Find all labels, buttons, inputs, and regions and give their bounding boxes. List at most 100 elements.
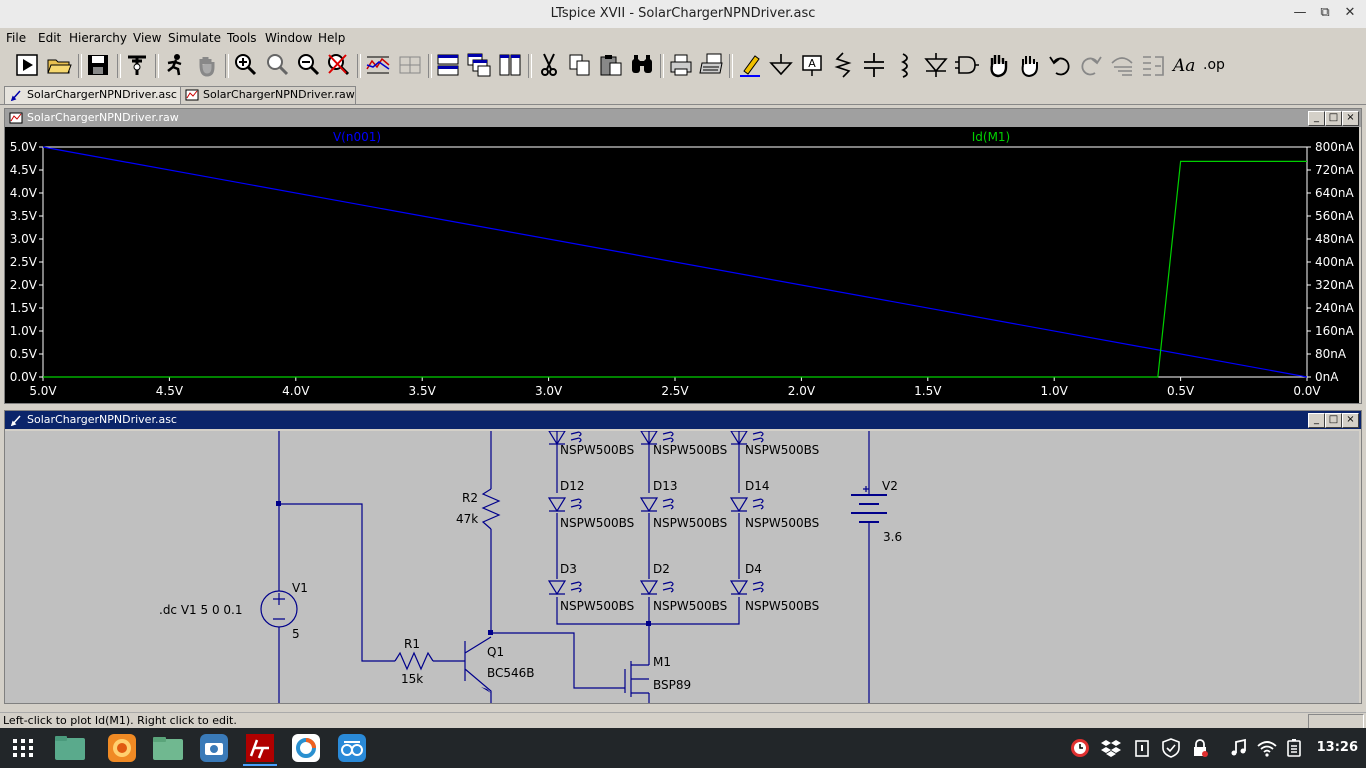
open-folder-icon[interactable] bbox=[45, 51, 73, 79]
v2-name[interactable]: V2 bbox=[882, 479, 898, 493]
ground-icon[interactable] bbox=[767, 51, 795, 79]
zoom-fit-icon[interactable] bbox=[324, 51, 352, 79]
pan-zoom-icon[interactable] bbox=[263, 51, 291, 79]
halt-icon[interactable] bbox=[161, 51, 189, 79]
files-app-icon[interactable] bbox=[53, 732, 87, 764]
d13-name[interactable]: D13 bbox=[653, 479, 678, 493]
app-grid-icon[interactable] bbox=[6, 732, 40, 764]
d14-value[interactable]: NSPW500BS bbox=[745, 516, 819, 530]
close-icon[interactable]: ✕ bbox=[1340, 5, 1360, 20]
tab-schematic[interactable]: SolarChargerNPNDriver.asc bbox=[4, 86, 182, 104]
screenshot-app-icon[interactable] bbox=[197, 732, 231, 764]
r1-value[interactable]: 15k bbox=[401, 672, 423, 686]
print-icon[interactable] bbox=[698, 51, 726, 79]
paste-icon[interactable] bbox=[597, 51, 625, 79]
led-top-3-value[interactable]: NSPW500BS bbox=[745, 443, 819, 457]
reader-app-icon[interactable] bbox=[335, 732, 369, 764]
menu-tools[interactable]: Tools bbox=[227, 31, 257, 45]
sync-app-icon[interactable] bbox=[289, 732, 323, 764]
minimize-icon[interactable]: — bbox=[1290, 5, 1310, 20]
d4-value[interactable]: NSPW500BS bbox=[745, 599, 819, 613]
close-icon[interactable]: × bbox=[1342, 111, 1359, 126]
r2-name[interactable]: R2 bbox=[462, 491, 478, 505]
battery-icon[interactable] bbox=[1284, 737, 1306, 759]
component-icon[interactable] bbox=[953, 51, 981, 79]
spice-directive-icon[interactable]: .op bbox=[1201, 51, 1229, 79]
r1-name[interactable]: R1 bbox=[404, 637, 420, 651]
menu-view[interactable]: View bbox=[133, 31, 161, 45]
v1-value[interactable]: 5 bbox=[292, 627, 300, 641]
v1-name[interactable]: V1 bbox=[292, 581, 308, 595]
capacitor-icon[interactable] bbox=[860, 51, 888, 79]
r2-value[interactable]: 47k bbox=[456, 512, 478, 526]
menu-help[interactable]: Help bbox=[318, 31, 345, 45]
control-panel-icon[interactable] bbox=[123, 51, 151, 79]
run-icon[interactable] bbox=[13, 51, 41, 79]
spice-directive-text[interactable]: .dc V1 5 0 0.1 bbox=[159, 603, 242, 617]
drag-icon[interactable] bbox=[1015, 51, 1043, 79]
redo-icon-disabled[interactable] bbox=[1077, 51, 1105, 79]
d12-value[interactable]: NSPW500BS bbox=[560, 516, 634, 530]
zoom-out-icon[interactable] bbox=[294, 51, 322, 79]
tile-horizontal-icon[interactable] bbox=[434, 51, 462, 79]
shield-icon[interactable] bbox=[1160, 737, 1182, 759]
zoom-in-icon[interactable] bbox=[231, 51, 259, 79]
d2-value[interactable]: NSPW500BS bbox=[653, 599, 727, 613]
menu-window[interactable]: Window bbox=[265, 31, 312, 45]
menu-simulate[interactable]: Simulate bbox=[168, 31, 221, 45]
d3-name[interactable]: D3 bbox=[560, 562, 577, 576]
led-top-2-value[interactable]: NSPW500BS bbox=[653, 443, 727, 457]
tile-vertical-icon[interactable] bbox=[496, 51, 524, 79]
m1-value[interactable]: BSP89 bbox=[653, 678, 691, 692]
clock-tray-icon[interactable] bbox=[1069, 737, 1091, 759]
grid-icon-disabled[interactable] bbox=[396, 51, 424, 79]
lock-icon[interactable] bbox=[1189, 737, 1211, 759]
draw-wire-icon[interactable] bbox=[736, 51, 764, 79]
menu-edit[interactable]: Edit bbox=[38, 31, 61, 45]
copy-icon[interactable] bbox=[566, 51, 594, 79]
ltspice-app-icon[interactable] bbox=[243, 732, 277, 766]
restore-icon[interactable]: ⧉ bbox=[1315, 5, 1335, 20]
d13-value[interactable]: NSPW500BS bbox=[653, 516, 727, 530]
dropbox-icon[interactable] bbox=[1100, 737, 1122, 759]
d14-name[interactable]: D14 bbox=[745, 479, 770, 493]
q1-value[interactable]: BC546B bbox=[487, 666, 535, 680]
tab-waveform[interactable]: SolarChargerNPNDriver.raw bbox=[180, 86, 356, 104]
autorange-icon[interactable] bbox=[364, 51, 392, 79]
maximize-icon[interactable]: □ bbox=[1325, 413, 1342, 428]
m1-name[interactable]: M1 bbox=[653, 655, 671, 669]
music-icon[interactable] bbox=[1228, 737, 1250, 759]
inductor-icon[interactable] bbox=[891, 51, 919, 79]
minimize-icon[interactable]: _ bbox=[1308, 111, 1325, 126]
label-net-icon[interactable]: A bbox=[798, 51, 826, 79]
d3-value[interactable]: NSPW500BS bbox=[560, 599, 634, 613]
maximize-icon[interactable]: □ bbox=[1325, 111, 1342, 126]
waveform-plot[interactable]: 5.0V 800nA 4.5V 720nA 4.0V 640nA 3.5V 560nA 3.0V… bbox=[5, 127, 1359, 403]
hand-icon-disabled[interactable] bbox=[193, 51, 221, 79]
clipboard-icon[interactable] bbox=[1131, 737, 1153, 759]
schematic-window-titlebar[interactable]: SolarChargerNPNDriver.asc _ □ × bbox=[5, 411, 1361, 429]
waveform-window-titlebar[interactable]: SolarChargerNPNDriver.raw _ □ × bbox=[5, 109, 1361, 127]
d12-name[interactable]: D12 bbox=[560, 479, 585, 493]
cut-icon[interactable] bbox=[535, 51, 563, 79]
undo-icon[interactable] bbox=[1046, 51, 1074, 79]
system-clock[interactable]: 13:26 bbox=[1317, 740, 1358, 755]
d2-name[interactable]: D2 bbox=[653, 562, 670, 576]
cascade-icon[interactable] bbox=[465, 51, 493, 79]
minimize-icon[interactable]: _ bbox=[1308, 413, 1325, 428]
diode-icon[interactable] bbox=[922, 51, 950, 79]
find-icon[interactable] bbox=[628, 51, 656, 79]
schematic-canvas[interactable]: .dc V1 5 0 0.1 V1 5 R2 47k R1 15k Q1 BC5… bbox=[5, 431, 1359, 703]
trace-label-v-n001[interactable]: V(n001) bbox=[333, 130, 381, 144]
menu-hierarchy[interactable]: Hierarchy bbox=[69, 31, 127, 45]
save-icon[interactable] bbox=[84, 51, 112, 79]
print-setup-icon[interactable] bbox=[667, 51, 695, 79]
mirror-icon-disabled[interactable] bbox=[1139, 51, 1167, 79]
close-icon[interactable]: × bbox=[1342, 413, 1359, 428]
move-icon[interactable] bbox=[984, 51, 1012, 79]
text-icon[interactable]: Aa bbox=[1170, 51, 1198, 79]
menu-file[interactable]: File bbox=[6, 31, 26, 45]
d4-name[interactable]: D4 bbox=[745, 562, 762, 576]
q1-name[interactable]: Q1 bbox=[487, 645, 504, 659]
firefox-icon[interactable] bbox=[105, 732, 139, 764]
